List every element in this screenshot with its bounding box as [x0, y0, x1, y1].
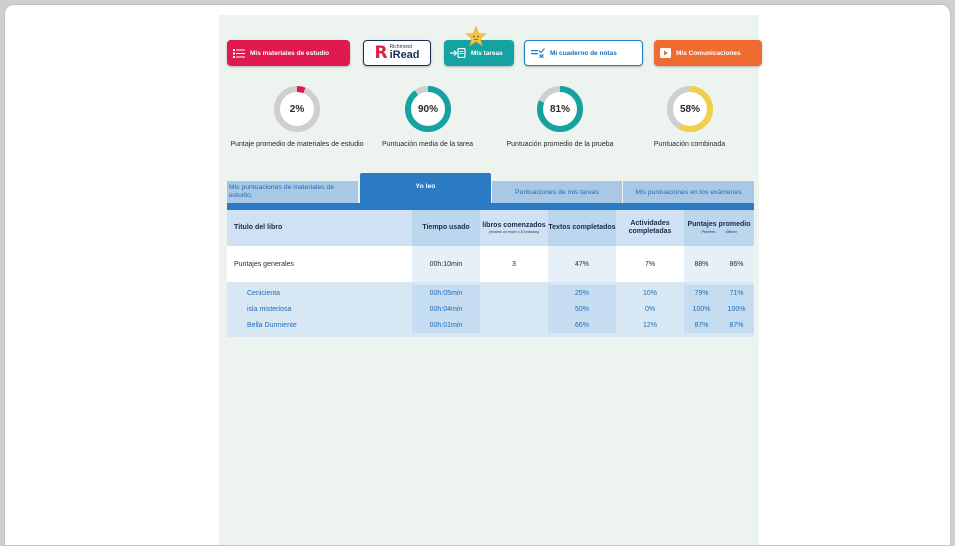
- general-puntajes: 88% 86%: [684, 246, 754, 282]
- score-value: 2%: [290, 104, 305, 115]
- iread-button[interactable]: R Richmond iRead: [363, 40, 431, 66]
- top-nav: Mis materiales de estudio R Richmond iRe…: [227, 25, 762, 66]
- reading-table: Título del libro Tiempo usado libros com…: [227, 210, 754, 337]
- book-title[interactable]: isla misteriosa: [227, 301, 412, 317]
- header-libros: libros comenzados (mínimo un envío o 10 …: [480, 210, 548, 246]
- book-ultimo: 100%: [727, 305, 746, 313]
- richmond-r-icon: R: [374, 42, 388, 63]
- score-label: Puntuación combinada: [653, 141, 726, 148]
- general-actividades: 7%: [616, 246, 684, 282]
- materials-label: Mis materiales de estudio: [250, 49, 330, 57]
- score-label: Puntuación media de la tarea: [381, 141, 474, 148]
- assignment-arrow-icon: [450, 48, 466, 58]
- tab-tareas[interactable]: Puntuaciones de mis tareas: [492, 181, 622, 203]
- score-combinada: 58% Puntuación combinada: [637, 85, 742, 150]
- score-materiales: 2% Puntaje promedio de materiales de est…: [227, 85, 367, 150]
- book-primero: 100%: [692, 305, 711, 313]
- score-label: Puntaje promedio de materiales de estudi…: [230, 141, 364, 148]
- table-header: Título del libro Tiempo usado libros com…: [227, 210, 754, 246]
- book-libros: [480, 285, 548, 301]
- general-textos: 47%: [548, 246, 616, 282]
- list-icon: [233, 48, 245, 58]
- comunicaciones-label: Mis Comunicaciones: [676, 49, 741, 57]
- iread-logo: R Richmond iRead: [374, 42, 420, 63]
- score-prueba: 81% Puntuación promedio de la prueba: [495, 85, 625, 150]
- header-primero: Primero: [701, 229, 716, 235]
- score-ring: 58%: [666, 86, 713, 132]
- book-puntajes: 79% 71%: [684, 285, 754, 301]
- header-ultimo: Último: [725, 229, 737, 235]
- book-libros: [480, 317, 548, 333]
- star-icon: [465, 25, 487, 48]
- score-value: 58%: [679, 104, 699, 115]
- header-actividades: Actividades completadas: [628, 219, 672, 235]
- score-ring: 90%: [404, 86, 451, 132]
- score-tarea: 90% Puntuación media de la tarea: [370, 85, 485, 150]
- book-puntajes: 100% 100%: [684, 301, 754, 317]
- cuaderno-label: Mi cuaderno de notas: [550, 49, 617, 57]
- general-ultimo: 86%: [729, 260, 744, 268]
- table-row[interactable]: Bella Durmiente 00h:01min 66% 12% 87% 87…: [227, 317, 754, 333]
- book-list: Cenicienta 00h:05min 25% 10% 79% 71% isl…: [227, 282, 754, 337]
- header-tiempo: Tiempo usado: [412, 210, 480, 246]
- notebook-check-icon: [531, 48, 545, 58]
- book-title[interactable]: Bella Durmiente: [227, 317, 412, 333]
- book-textos: 50%: [548, 301, 616, 317]
- browser-frame: Mis materiales de estudio R Richmond iRe…: [4, 4, 951, 546]
- score-label: Puntuación promedio de la prueba: [506, 141, 614, 148]
- materials-button[interactable]: Mis materiales de estudio: [227, 40, 350, 66]
- tab-examenes[interactable]: Mis puntuaciones en los exámenes: [623, 181, 754, 203]
- book-primero: 79%: [694, 289, 709, 297]
- book-tiempo: 00h:05min: [412, 285, 480, 301]
- book-puntajes: 87% 87%: [684, 317, 754, 333]
- book-ultimo: 71%: [729, 289, 744, 297]
- tab-materiales[interactable]: Mis puntuaciones de materiales de estudi…: [227, 181, 358, 203]
- header-titulo: Título del libro: [234, 223, 283, 231]
- score-ring: 2%: [274, 86, 320, 132]
- tab-yoleo[interactable]: Yo leo: [360, 173, 491, 203]
- header-libros-note: (mínimo un envío o 10 minutos): [488, 229, 540, 234]
- book-tiempo: 00h:01min: [412, 317, 480, 333]
- cuaderno-button[interactable]: Mi cuaderno de notas: [524, 40, 643, 66]
- header-libros-label: libros comenzados: [482, 221, 546, 229]
- book-actividades: 10%: [642, 289, 657, 297]
- score-value: 90%: [417, 104, 437, 115]
- general-row: Puntajes generales 00h:10min 3 47% 7% 88…: [227, 246, 754, 282]
- header-puntajes: Puntajes promedio Primero Último: [684, 210, 754, 246]
- header-puntajes-label: Puntajes promedio: [687, 221, 751, 229]
- general-label: Puntajes generales: [234, 260, 294, 268]
- tareas-label: Mis tareas: [471, 49, 503, 57]
- book-actividades: 0%: [644, 305, 656, 313]
- book-primero: 87%: [694, 321, 709, 329]
- book-tiempo: 00h:04min: [412, 301, 480, 317]
- book-ultimo: 87%: [729, 321, 744, 329]
- general-libros: 3: [480, 246, 548, 282]
- book-textos: 25%: [548, 285, 616, 301]
- header-textos: Textos completados: [548, 210, 616, 246]
- general-primero: 88%: [694, 260, 709, 268]
- general-tiempo: 00h:10min: [412, 246, 480, 282]
- score-value: 81%: [550, 104, 570, 115]
- book-textos: 66%: [548, 317, 616, 333]
- iread-brand-big: iRead: [389, 49, 420, 61]
- play-message-icon: [660, 48, 671, 58]
- score-ring: 81%: [537, 86, 583, 132]
- book-libros: [480, 301, 548, 317]
- book-actividades: 12%: [642, 321, 657, 329]
- comunicaciones-button[interactable]: Mis Comunicaciones: [654, 40, 762, 66]
- book-title[interactable]: Cenicienta: [227, 285, 412, 301]
- tab-underline: [227, 203, 754, 210]
- table-row[interactable]: isla misteriosa 00h:04min 50% 0% 100% 10…: [227, 301, 754, 317]
- table-row[interactable]: Cenicienta 00h:05min 25% 10% 79% 71%: [227, 285, 754, 301]
- app-panel: Mis materiales de estudio R Richmond iRe…: [219, 15, 762, 545]
